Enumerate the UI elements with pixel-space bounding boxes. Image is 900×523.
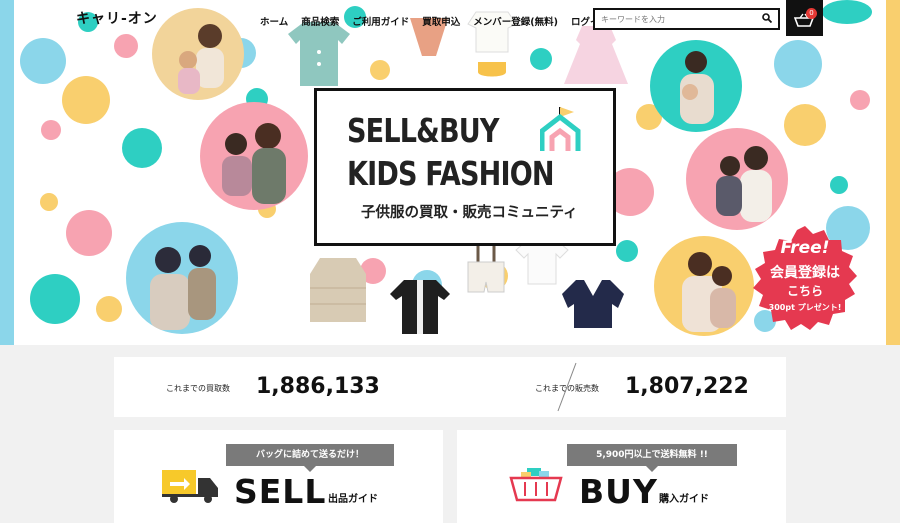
- dot: [370, 60, 390, 80]
- search-box: [593, 8, 780, 30]
- promo-line2: こちら: [786, 284, 823, 298]
- hero-title-line1: SELL&BUY: [347, 111, 500, 150]
- family-photo: [126, 222, 238, 334]
- sell-subtitle: 出品ガイド: [328, 494, 378, 505]
- family-photo: [654, 236, 754, 336]
- dot: [122, 128, 162, 168]
- sales-count-value: 1,807,222: [625, 374, 749, 399]
- dot: [30, 274, 80, 324]
- sales-count-label: これまでの販売数: [535, 384, 599, 393]
- dot: [830, 176, 848, 194]
- dot: [774, 40, 822, 88]
- right-edge-stripe: [886, 0, 900, 345]
- jacket-item: [390, 280, 450, 334]
- hero-title-line2: KIDS FASHION: [347, 154, 555, 193]
- truck-icon: [162, 470, 218, 503]
- purchase-count-label: これまでの買取数: [166, 384, 230, 393]
- dot: [62, 76, 110, 124]
- sweater-item: [562, 280, 624, 328]
- nav-member-register[interactable]: メンバー登録(無料): [473, 14, 558, 28]
- dot: [784, 104, 826, 146]
- sell-tag: バッグに詰めて送るだけ！: [226, 444, 394, 472]
- family-photo: [650, 40, 742, 132]
- promo-line3: 300pt プレゼント!: [768, 303, 842, 312]
- buy-tag: 5,900円以上で送料無料 !!: [567, 444, 737, 472]
- nav-home[interactable]: ホーム: [260, 14, 288, 28]
- vest-item: [310, 258, 366, 322]
- left-edge-stripe: [0, 0, 14, 345]
- house-logo-icon: [540, 107, 581, 151]
- nav-guide[interactable]: ご利用ガイド: [352, 14, 409, 28]
- buy-guide-card[interactable]: 5,900円以上で送料無料 !! BUY 購入ガイド: [457, 430, 786, 523]
- nav-purchase-request[interactable]: 買取申込: [422, 14, 460, 28]
- dot: [850, 90, 870, 110]
- search-input[interactable]: [595, 14, 755, 24]
- free-registration-badge[interactable]: Free! 会員登録は こちら 300pt プレゼント!: [749, 226, 861, 338]
- dot: [41, 120, 61, 140]
- hero-subtitle: 子供服の買取・販売コミュニティ: [361, 205, 578, 221]
- dot: [20, 38, 66, 84]
- buy-subtitle: 購入ガイド: [659, 494, 709, 505]
- sell-title: SELL: [234, 472, 327, 511]
- dot: [66, 210, 112, 256]
- shopping-basket-icon: [509, 468, 563, 502]
- family-photo: [686, 128, 788, 230]
- hero-banner[interactable]: SELL&BUY KIDS FASHION 子供服の買取・販売コミュニティ Fr…: [14, 0, 886, 345]
- dot: [40, 193, 58, 211]
- site-logo[interactable]: キャリ-オン: [76, 8, 158, 28]
- dot: [822, 0, 872, 24]
- dot: [114, 34, 138, 58]
- promo-free-text: Free!: [780, 238, 830, 258]
- main-nav: ホーム 商品検索 ご利用ガイド 買取申込 メンバー登録(無料) ログイン: [260, 14, 609, 28]
- stats-panel: これまでの買取数 1,886,133 これまでの販売数 1,807,222: [114, 357, 786, 417]
- dress-item: [564, 26, 628, 84]
- sell-guide-card[interactable]: バッグに詰めて送るだけ！ SELL 出品ガイド: [114, 430, 443, 523]
- family-photo: [200, 102, 308, 210]
- cart-button[interactable]: 0: [786, 0, 823, 36]
- search-icon[interactable]: [762, 13, 772, 23]
- buy-title: BUY: [579, 472, 658, 511]
- purchase-count-value: 1,886,133: [256, 374, 380, 399]
- dot: [616, 240, 638, 262]
- family-photo: [152, 8, 244, 100]
- nav-product-search[interactable]: 商品検索: [301, 14, 339, 28]
- dot: [96, 296, 122, 322]
- dot: [530, 48, 552, 70]
- hero-title-box: SELL&BUY KIDS FASHION 子供服の買取・販売コミュニティ: [314, 88, 616, 246]
- cart-count-badge: 0: [806, 8, 817, 19]
- promo-line1: 会員登録は: [770, 265, 840, 281]
